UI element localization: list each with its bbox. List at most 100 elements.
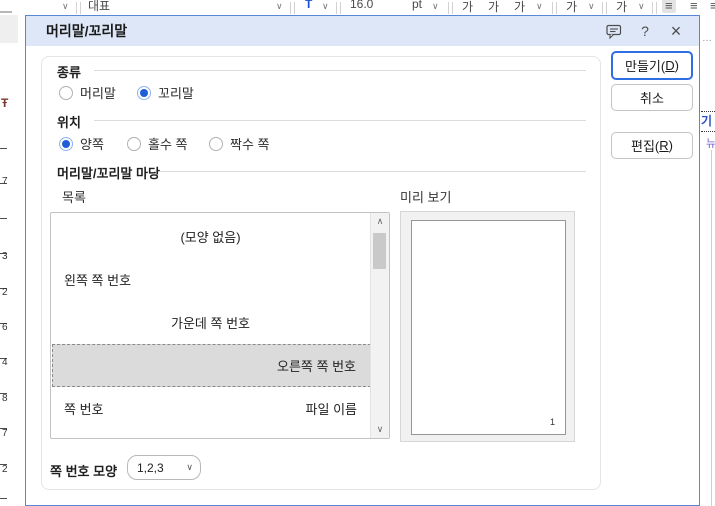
chevron-down-icon[interactable]: ∨ [432, 1, 439, 12]
underline-button[interactable]: 가 [514, 0, 525, 15]
header-footer-dialog: 머리말/꼬리말 ? × 종류 머리말 꼬리말 위치 양쪽 홀수 쪽 짝수 쪽 머… [25, 15, 700, 506]
button-text: 만들기( [625, 59, 666, 74]
button-text: 편집( [631, 139, 660, 154]
toolbar-separator [552, 2, 557, 14]
font-icon[interactable]: T [305, 0, 312, 11]
chevron-down-icon: ∨ [186, 462, 193, 472]
list-label: 목록 [62, 190, 86, 205]
chevron-down-icon[interactable]: ∨ [62, 1, 69, 12]
page-number-format-label: 쪽 번호 모양 [50, 464, 118, 479]
preview-page-number: 1 [549, 417, 555, 427]
document-text-fragment: 뉴 [706, 138, 715, 148]
list-item[interactable]: 쪽 번호 파일 이름 [52, 387, 371, 430]
highlight-color-button[interactable]: 가 [616, 0, 627, 15]
background-toolbar: ∨ 대표 ∨ T ∨ 16.0 pt ∨ 가 가 가 ∨ 가 ∨ 가 ∨ ≡ ≡… [0, 0, 715, 15]
list-item-selected[interactable]: 오른쪽 쪽 번호 [52, 344, 371, 387]
dialog-comment-icon[interactable] [605, 22, 623, 40]
ruler-number: 6 [2, 322, 8, 333]
page-number-format-select[interactable]: 1,2,3 ∨ [127, 455, 201, 480]
cancel-button[interactable]: 취소 [611, 84, 693, 111]
dialog-title: 머리말/꼬리말 [46, 23, 128, 39]
button-text: ) [668, 138, 673, 153]
radio-indicator [209, 136, 223, 151]
chevron-down-icon[interactable]: ∨ [322, 1, 329, 12]
section-kind-label: 종류 [57, 65, 81, 80]
edit-button[interactable]: 편집(R) [611, 132, 693, 159]
button-text: ) [674, 58, 679, 73]
style-dropdown[interactable]: 대표 [88, 0, 110, 14]
document-table-line [711, 150, 712, 506]
list-item-label: (모양 없음) [180, 230, 241, 245]
preview-label: 미리 보기 [400, 190, 452, 205]
button-hotkey: D [665, 58, 675, 73]
list-item-label: 오른쪽 쪽 번호 [277, 359, 356, 374]
section-template-label: 머리말/꼬리말 마당 [57, 166, 160, 181]
ruler-number: 4 [2, 357, 8, 368]
ruler-tick [0, 148, 7, 149]
list-item[interactable]: (모양 없음) [52, 215, 371, 258]
chevron-down-icon[interactable]: ∨ [536, 1, 543, 12]
toolbar-separator [76, 2, 81, 14]
bold-button[interactable]: 가 [462, 0, 473, 15]
font-color-button[interactable]: 가 [566, 0, 577, 15]
list-scrollbar[interactable]: ∧ ∨ [370, 213, 389, 438]
ruler-number: 8 [2, 393, 8, 404]
scroll-up-icon[interactable]: ∧ [371, 216, 389, 227]
radio-even-pages[interactable]: 짝수 쪽 [209, 134, 270, 153]
ruler-margin-marker-icon: Ŧ [1, 96, 9, 110]
radio-both-pages-label: 양쪽 [80, 137, 104, 152]
radio-indicator [137, 85, 151, 100]
list-item-label: 가운데 쪽 번호 [171, 316, 250, 331]
ruler-corner [0, 15, 18, 43]
list-item[interactable]: 가운데 쪽 번호 [52, 301, 371, 344]
section-divider [160, 171, 586, 172]
list-item-label: 쪽 번호 [64, 402, 104, 417]
screen: ∨ 대표 ∨ T ∨ 16.0 pt ∨ 가 가 가 ∨ 가 ∨ 가 ∨ ≡ ≡… [0, 0, 715, 506]
toolbar-separator [290, 2, 295, 14]
dialog-groupbox: 종류 머리말 꼬리말 위치 양쪽 홀수 쪽 짝수 쪽 머리말/꼬리말 마당 목록… [41, 56, 601, 490]
toolbar-separator [448, 2, 453, 14]
radio-indicator [127, 136, 141, 151]
create-button[interactable]: 만들기(D) [611, 51, 693, 80]
document-text-fragment: 기탐 [701, 114, 713, 127]
scroll-down-icon[interactable]: ∨ [371, 424, 389, 435]
button-hotkey: R [659, 138, 669, 153]
page-number-format-value: 1,2,3 [137, 460, 164, 475]
preview-panel: 1 [400, 211, 575, 442]
radio-odd-pages[interactable]: 홀수 쪽 [127, 134, 188, 153]
radio-header[interactable]: 머리말 [59, 83, 116, 102]
ruler-tick [0, 218, 7, 219]
section-divider [94, 70, 586, 71]
italic-button[interactable]: 가 [488, 0, 499, 15]
table-dotted-border [701, 131, 715, 132]
ruler-number: 2 [2, 464, 8, 475]
chevron-down-icon[interactable]: ∨ [276, 1, 283, 12]
font-size-unit: pt [412, 0, 423, 11]
radio-both-pages[interactable]: 양쪽 [59, 134, 104, 153]
radio-even-pages-label: 짝수 쪽 [230, 137, 270, 152]
ruler-number: 7 [2, 428, 8, 439]
toolbar-separator [336, 2, 341, 14]
radio-indicator [59, 85, 73, 100]
radio-footer[interactable]: 꼬리말 [137, 83, 194, 102]
align-center-button[interactable]: ≡ [710, 0, 715, 13]
list-item-label: 파일 이름 [305, 402, 357, 417]
scrollbar-thumb[interactable] [373, 233, 386, 269]
chevron-down-icon[interactable]: ∨ [638, 1, 645, 12]
dialog-titlebar: 머리말/꼬리말 ? × [26, 16, 699, 46]
align-left-button[interactable]: ≡ [690, 0, 698, 13]
chevron-down-icon[interactable]: ∨ [588, 1, 595, 12]
list-item[interactable]: 왼쪽 쪽 번호 [52, 258, 371, 301]
list-item-label: 왼쪽 쪽 번호 [64, 273, 132, 288]
vertical-ruler: Ŧ 7 3 2 6 4 8 7 2 [0, 15, 25, 506]
radio-header-label: 머리말 [80, 86, 116, 101]
help-icon[interactable]: ? [636, 22, 654, 40]
font-size-value[interactable]: 16.0 [350, 0, 373, 11]
ruler-number: 7 [2, 176, 8, 187]
close-icon[interactable]: × [667, 21, 685, 41]
ruler-tick [0, 498, 7, 499]
radio-footer-label: 꼬리말 [158, 86, 194, 101]
align-justify-button[interactable]: ≡ [662, 0, 676, 13]
ruler-number: 2 [2, 287, 8, 298]
background-edge-line [0, 11, 12, 13]
